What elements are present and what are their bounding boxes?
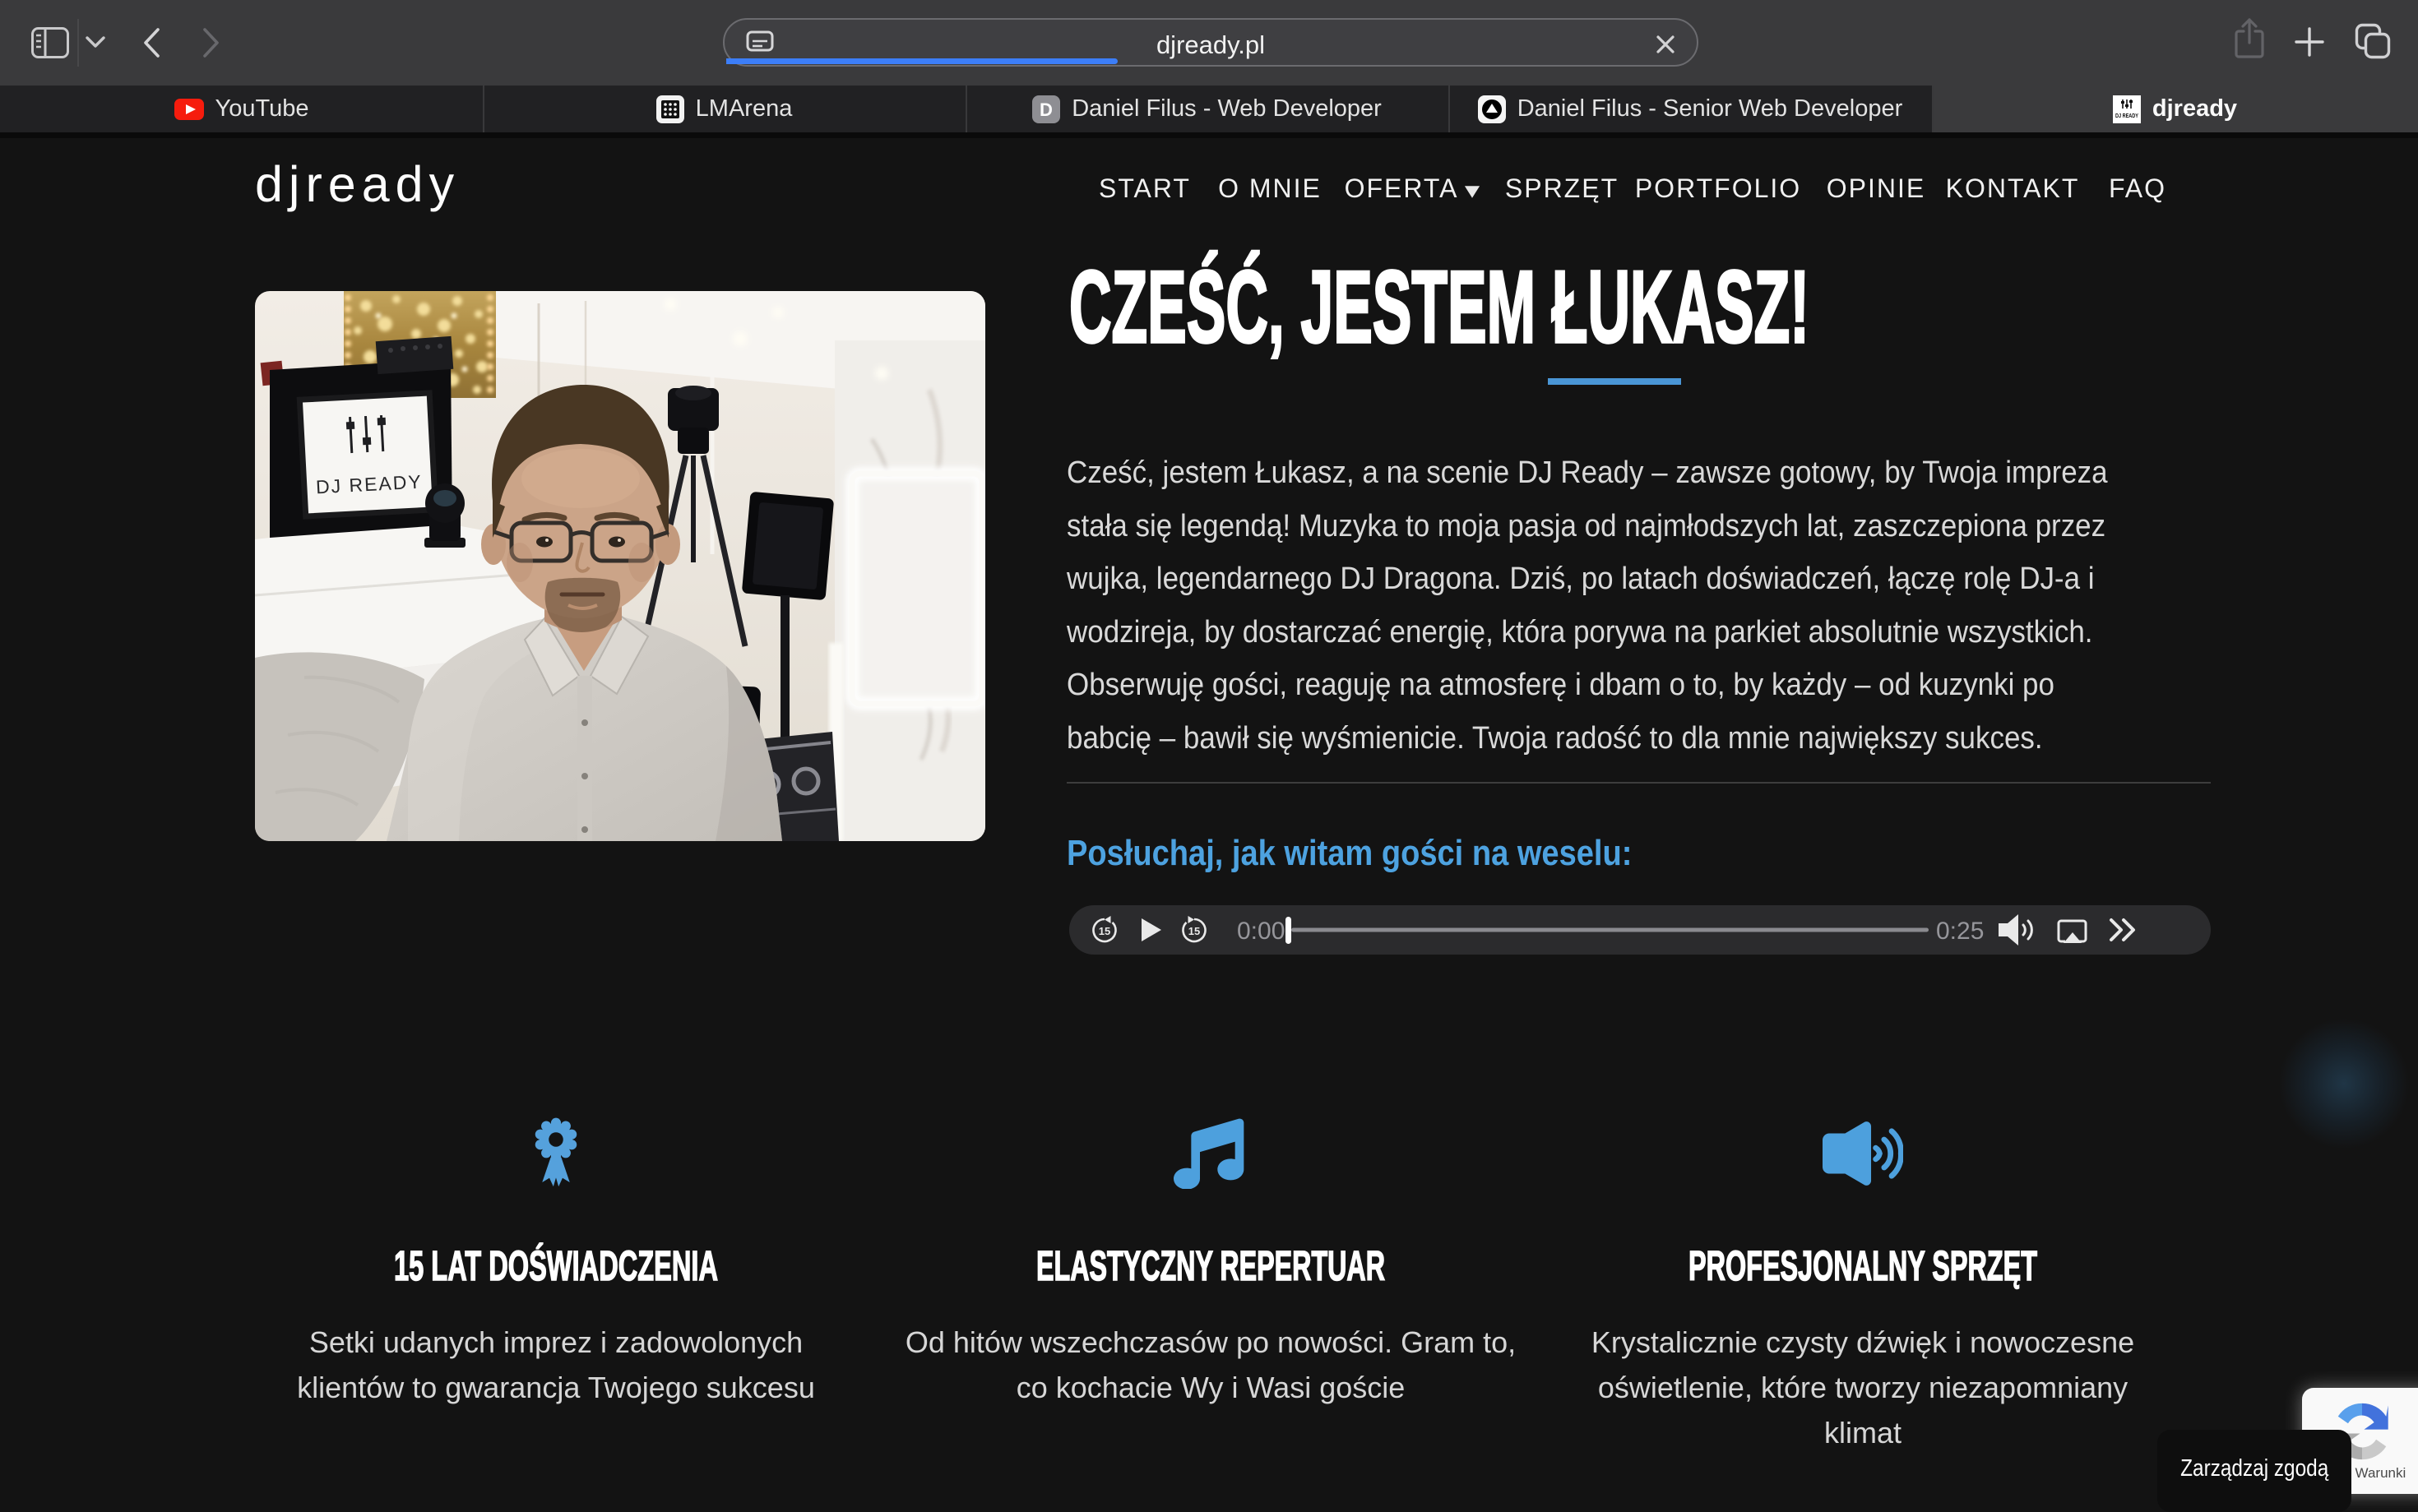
svg-text:0:00: 0:00 (1237, 918, 1285, 945)
svg-text:0:25: 0:25 (1936, 918, 1984, 945)
svg-text:15 LAT DOŚWIADCZENIA: 15 LAT DOŚWIADCZENIA (394, 1242, 718, 1289)
svg-text:PROFESJONALNY SPRZĘT: PROFESJONALNY SPRZĘT (1688, 1242, 2037, 1289)
svg-text:15: 15 (1099, 925, 1110, 937)
svg-text:ELASTYCZNY REPERTUAR: ELASTYCZNY REPERTUAR (1036, 1242, 1385, 1289)
svg-text:CZEŚĆ, JESTEM ŁUKASZ!: CZEŚĆ, JESTEM ŁUKASZ! (1069, 251, 1809, 364)
svg-text:DJ READY: DJ READY (2115, 112, 2138, 119)
svg-text:D: D (1040, 99, 1053, 120)
svg-text:15: 15 (1188, 925, 1200, 937)
